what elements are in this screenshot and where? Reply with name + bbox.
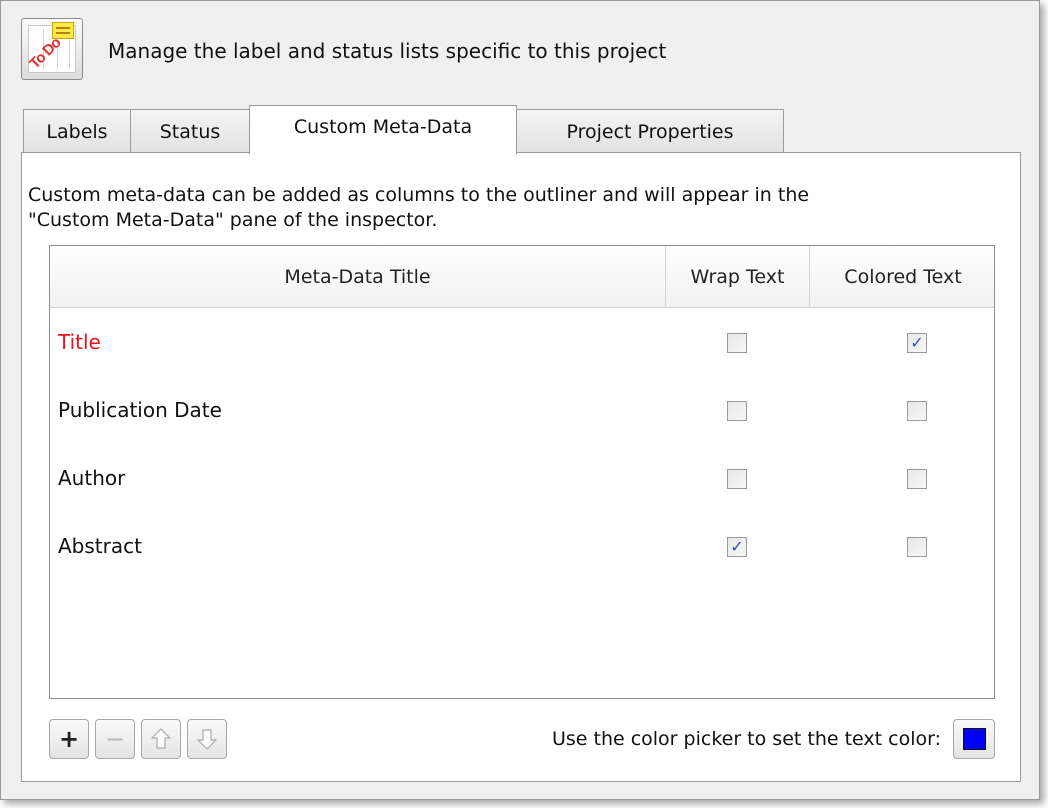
table-row[interactable]: Author — [50, 444, 994, 512]
move-up-button[interactable] — [141, 719, 181, 759]
color-picker-label: Use the color picker to set the text col… — [551, 728, 941, 750]
colored-text-checkbox[interactable] — [907, 537, 927, 557]
color-picker-button[interactable] — [953, 719, 995, 759]
wrap-text-checkbox[interactable]: ✓ — [727, 537, 747, 557]
tab-status[interactable]: Status — [130, 109, 250, 153]
description-line: Custom meta-data can be added as columns… — [28, 184, 810, 206]
tab-labels[interactable]: Labels — [23, 109, 131, 153]
header-description: Manage the label and status lists specif… — [108, 39, 667, 63]
project-settings-window: To Do Manage the label and status lists … — [0, 0, 1040, 800]
description-line: "Custom Meta-Data" pane of the inspector… — [28, 209, 438, 231]
meta-data-table: Meta-Data Title Wrap Text Colored Text T… — [49, 245, 995, 699]
row-title: Abstract — [58, 534, 142, 558]
table-row[interactable]: Title ✓ — [50, 308, 994, 376]
column-header-colored-text[interactable]: Colored Text — [810, 246, 996, 308]
custom-meta-data-panel: Custom meta-data can be added as columns… — [21, 152, 1021, 782]
colored-text-checkbox[interactable]: ✓ — [907, 333, 927, 353]
remove-button[interactable]: − — [95, 719, 135, 759]
header: To Do Manage the label and status lists … — [1, 1, 1039, 105]
colored-text-checkbox[interactable] — [907, 469, 927, 489]
wrap-text-checkbox[interactable] — [727, 469, 747, 489]
wrap-text-checkbox[interactable] — [727, 401, 747, 421]
tab-bar: Labels Status Custom Meta-Data Project P… — [21, 105, 1021, 154]
arrow-up-icon — [151, 728, 171, 749]
arrow-down-icon — [197, 729, 217, 750]
row-title: Title — [58, 330, 101, 354]
bottom-toolbar: + − Use the color picker to set the text… — [49, 719, 995, 759]
row-title: Author — [58, 466, 126, 490]
tab-project-properties[interactable]: Project Properties — [516, 109, 784, 153]
colored-text-checkbox[interactable] — [907, 401, 927, 421]
add-button[interactable]: + — [49, 719, 89, 759]
sticky-note — [52, 22, 74, 39]
wrap-text-checkbox[interactable] — [727, 333, 747, 353]
todo-list-icon: To Do — [21, 18, 83, 80]
table-header: Meta-Data Title Wrap Text Colored Text — [50, 246, 994, 308]
table-row[interactable]: Publication Date — [50, 376, 994, 444]
tab-custom-meta-data[interactable]: Custom Meta-Data — [249, 105, 517, 154]
row-title: Publication Date — [58, 398, 222, 422]
column-header-title[interactable]: Meta-Data Title — [50, 246, 666, 308]
move-down-button[interactable] — [187, 719, 227, 759]
table-row[interactable]: Abstract ✓ — [50, 512, 994, 580]
column-header-wrap-text[interactable]: Wrap Text — [666, 246, 810, 308]
color-swatch — [963, 728, 986, 750]
panel-description: Custom meta-data can be added as columns… — [28, 183, 1008, 233]
